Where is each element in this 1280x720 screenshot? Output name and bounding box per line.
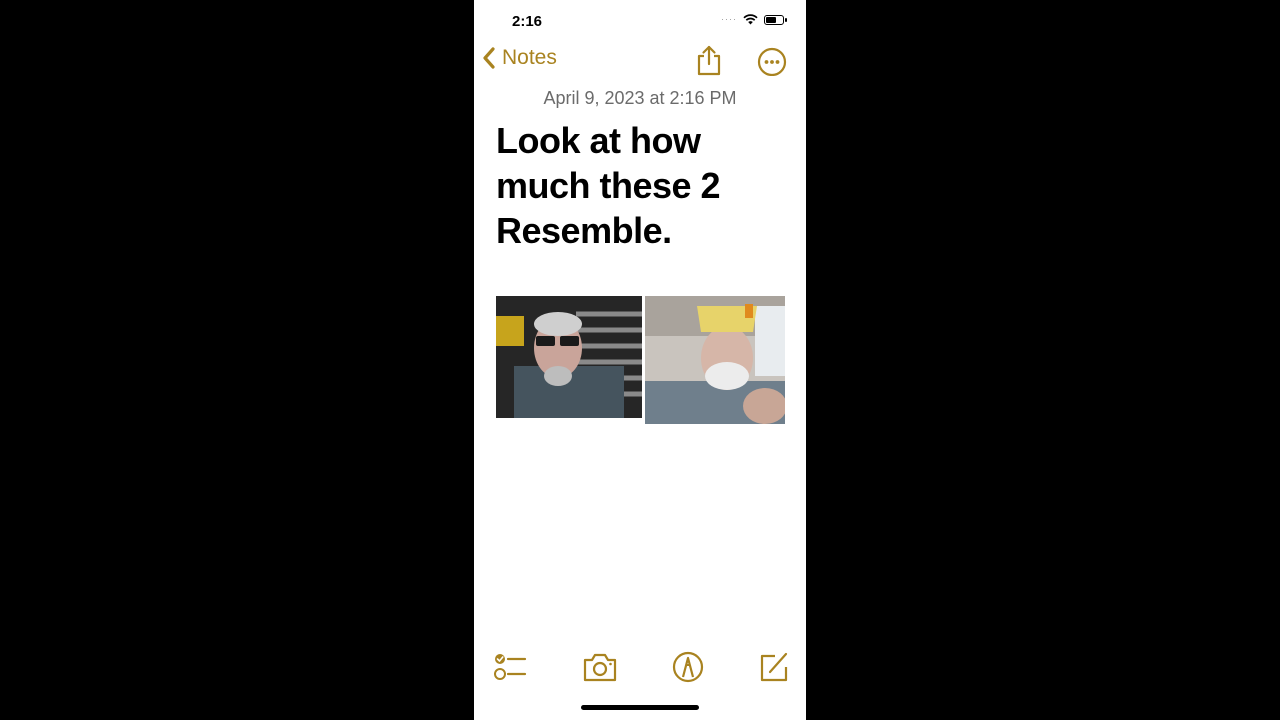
ellipsis-circle-icon[interactable] [756, 44, 788, 76]
chevron-left-icon [483, 47, 495, 69]
phone-screen: 2:16 ···· Notes April 9, 2023 at 2:16 PM… [474, 0, 806, 720]
camera-icon[interactable] [581, 648, 619, 686]
bottom-toolbar [474, 648, 806, 688]
attachment-image-1[interactable] [496, 296, 642, 418]
battery-icon [764, 14, 787, 25]
note-attachments [496, 296, 785, 426]
attachment-image-2[interactable] [645, 296, 785, 424]
share-icon[interactable] [693, 44, 725, 76]
photo-man-with-crown [645, 296, 785, 424]
note-date: April 9, 2023 at 2:16 PM [543, 88, 737, 108]
back-label: Notes [502, 46, 557, 69]
note-title[interactable]: Look at how much these 2 Resemble. [496, 118, 796, 253]
status-indicators: ···· [721, 14, 787, 25]
checklist-icon[interactable] [491, 648, 529, 686]
back-button[interactable]: Notes [482, 46, 557, 70]
signal-icon: ···· [721, 14, 737, 24]
wifi-icon [743, 14, 758, 25]
compose-icon[interactable] [755, 648, 793, 686]
markup-pen-icon[interactable] [669, 648, 707, 686]
photo-man-with-glasses [496, 296, 642, 418]
home-indicator[interactable] [581, 705, 699, 710]
status-time: 2:16 [512, 13, 543, 30]
battery-level [766, 16, 776, 23]
navigation-bar: Notes [474, 44, 806, 80]
